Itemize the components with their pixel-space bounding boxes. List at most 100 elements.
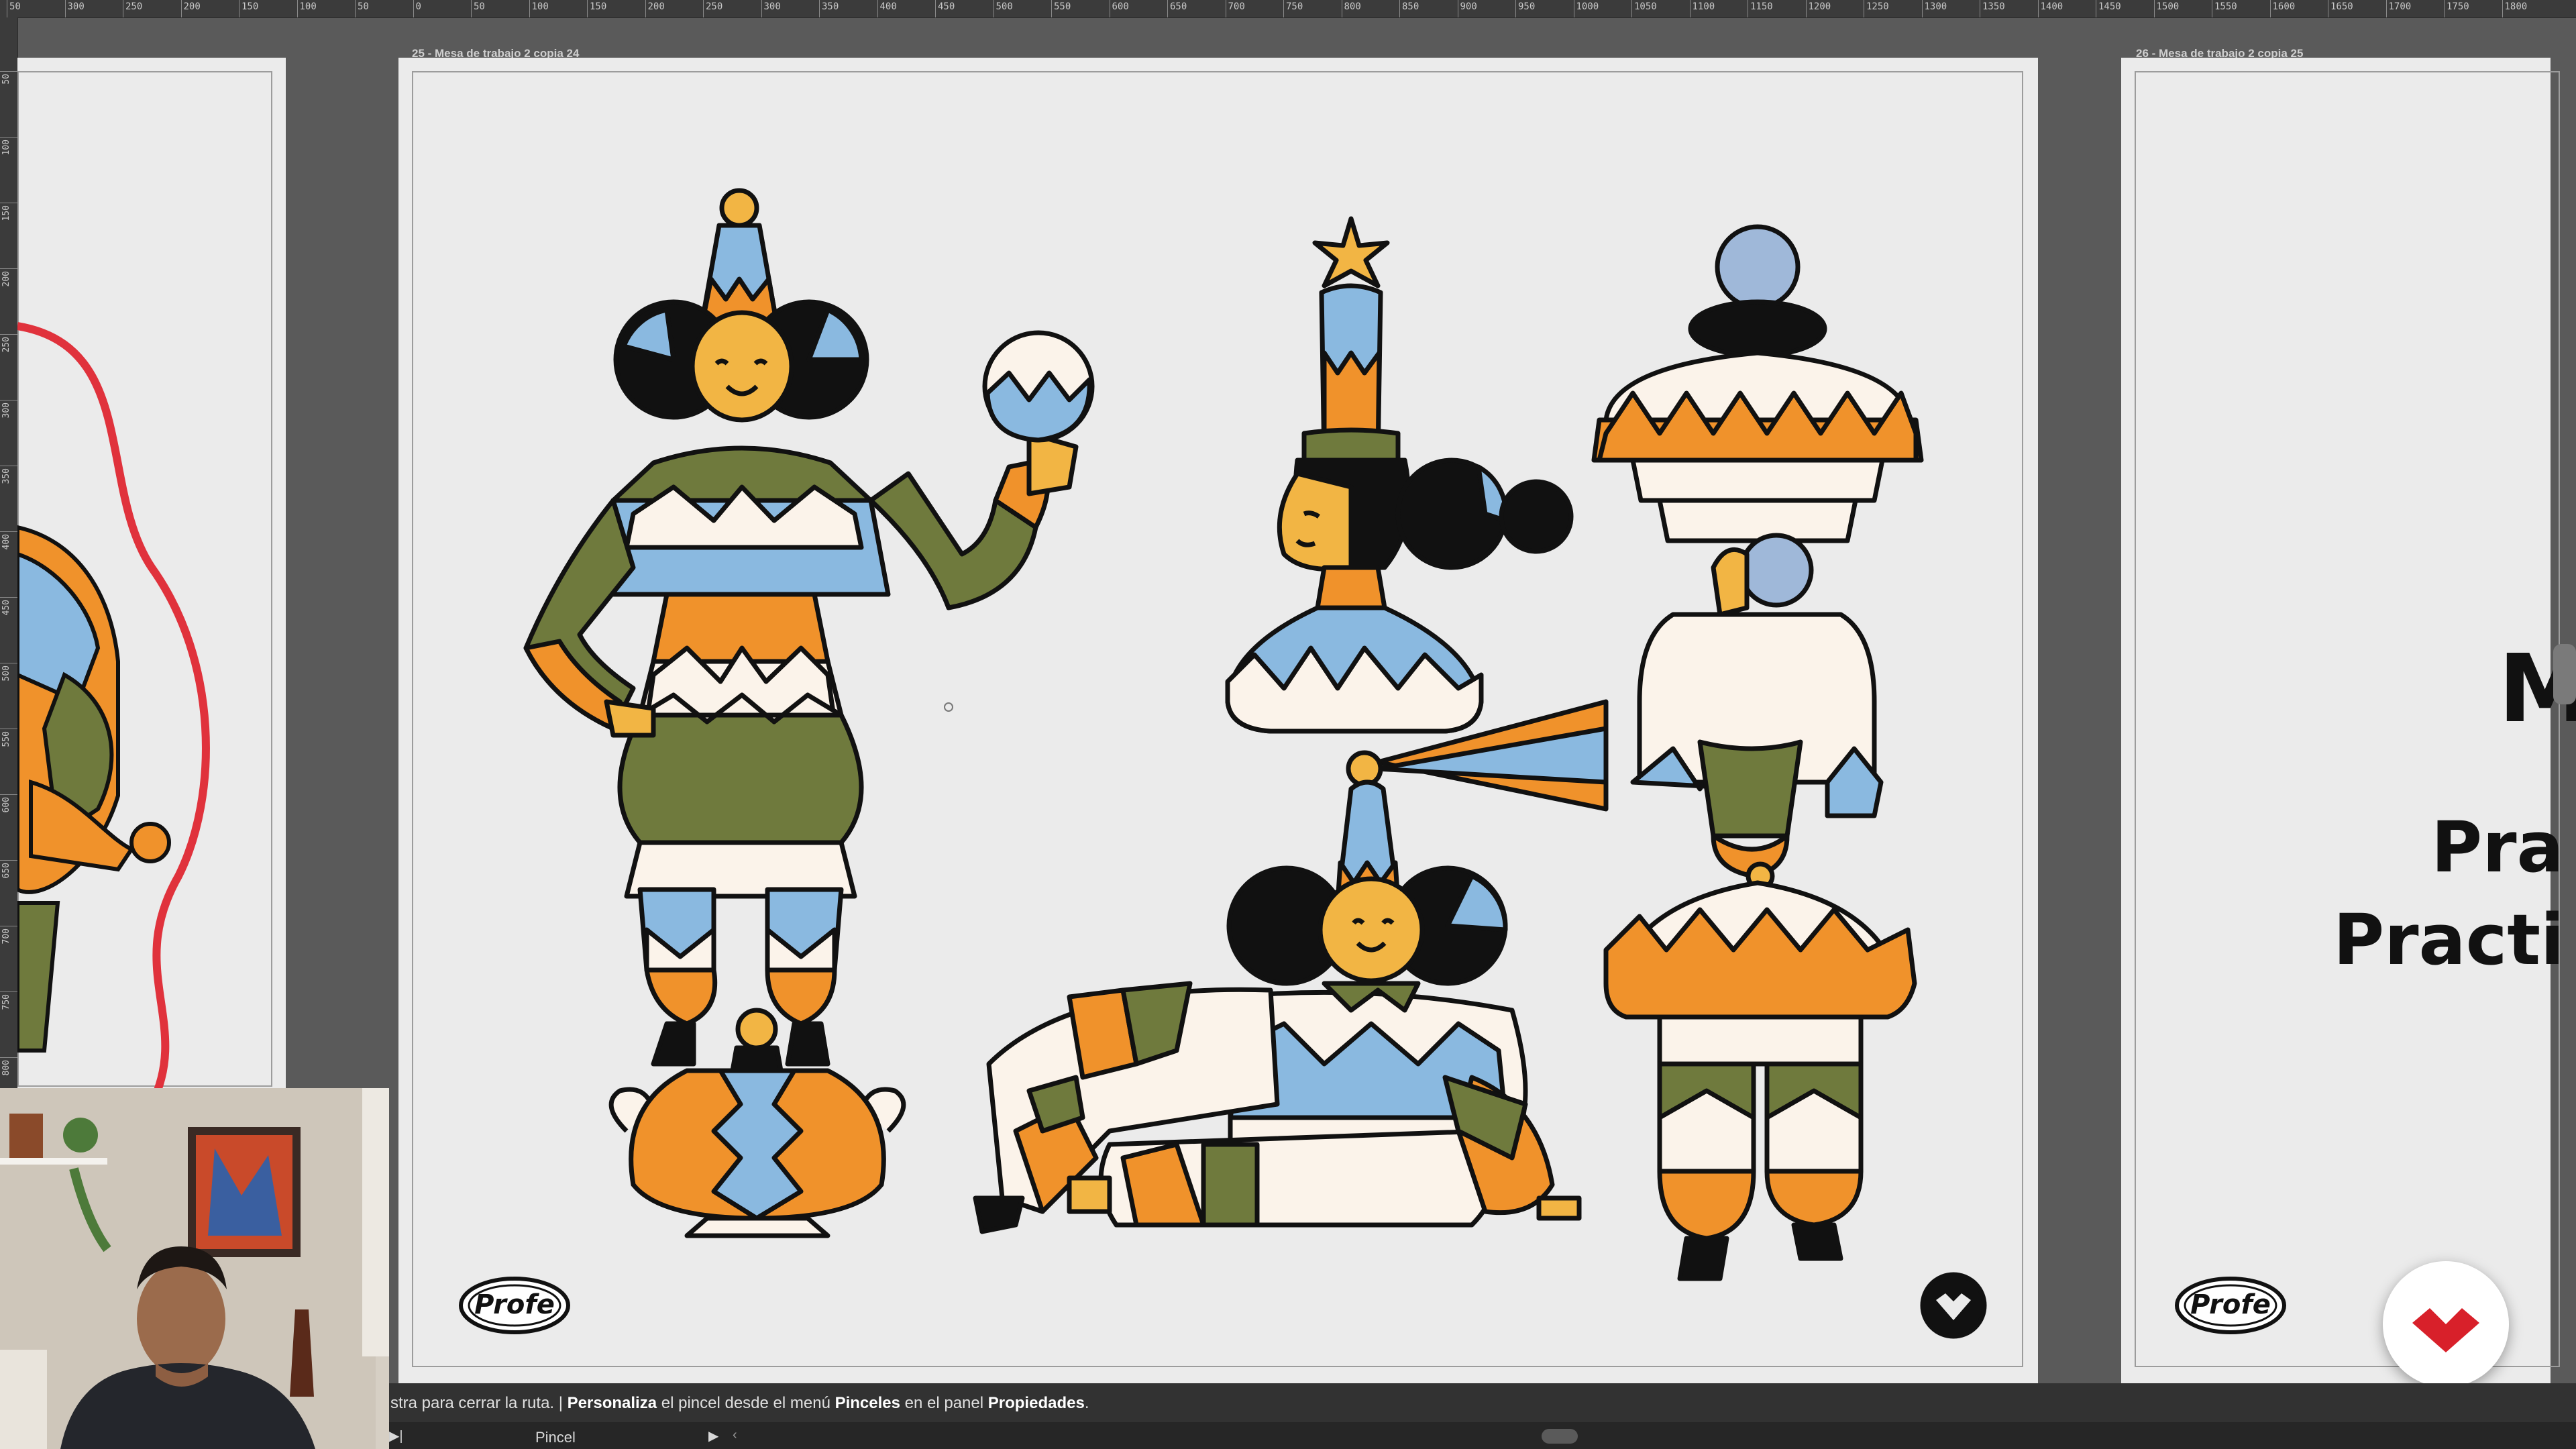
ruler-tick-label: 1450 bbox=[2098, 1, 2121, 12]
ruler-tick-label: 1700 bbox=[2388, 1, 2412, 12]
ruler-tick-label: 550 bbox=[1054, 1, 1071, 12]
ruler-tick bbox=[0, 860, 17, 861]
ruler-tick bbox=[0, 137, 17, 138]
ruler-tick bbox=[0, 71, 17, 72]
ruler-tick-label: 1650 bbox=[2330, 1, 2353, 12]
ruler-tick-label: 950 bbox=[1518, 1, 1536, 12]
ruler-tick bbox=[2153, 0, 2155, 17]
ruler-tick-label: 1300 bbox=[1924, 1, 1947, 12]
horizontal-scrollbar-thumb[interactable] bbox=[1542, 1429, 1578, 1444]
ruler-tick bbox=[1167, 0, 1168, 17]
status-message: stra para cerrar la ruta. | Personaliza … bbox=[390, 1394, 1089, 1412]
ruler-tick-label: 150 bbox=[241, 1, 259, 12]
right-line2-partial: Practi bbox=[2333, 899, 2565, 981]
ruler-tick-label: 650 bbox=[1170, 1, 1187, 12]
ruler-tick-label: 800 bbox=[1344, 1, 1361, 12]
ruler-tick bbox=[2385, 0, 2387, 17]
ruler-tick bbox=[1805, 0, 1807, 17]
main-illustration bbox=[523, 188, 1987, 1339]
ruler-tick bbox=[0, 794, 17, 795]
tool-name-label: Pincel bbox=[535, 1429, 576, 1446]
ruler-tick-label: 650 bbox=[1, 863, 11, 879]
vertical-scrollbar-thumb[interactable] bbox=[2553, 644, 2576, 704]
ruler-tick bbox=[0, 531, 17, 532]
ruler-tick bbox=[1515, 0, 1516, 17]
ruler-tick-label: 1750 bbox=[2447, 1, 2469, 12]
ruler-tick-label: 1000 bbox=[1576, 1, 1599, 12]
ruler-tick bbox=[2037, 0, 2039, 17]
profe-logo: Profe bbox=[458, 1275, 572, 1336]
ruler-tick-label: 450 bbox=[1, 600, 11, 616]
ruler-tick-label: 350 bbox=[822, 1, 839, 12]
profe-logo-right: Profe bbox=[2174, 1275, 2288, 1336]
ruler-tick-label: 1400 bbox=[2040, 1, 2063, 12]
ruler-tick bbox=[529, 0, 530, 17]
artboard-main[interactable]: Profe bbox=[398, 58, 2038, 1383]
ruler-tick-label: 600 bbox=[1, 797, 11, 813]
ruler-tick-label: 150 bbox=[1, 205, 11, 221]
ruler-tick-label: 300 bbox=[67, 1, 85, 12]
ruler-tick-label: 400 bbox=[1, 534, 11, 550]
ruler-tick bbox=[0, 991, 17, 992]
ruler-tick-label: 300 bbox=[1, 402, 11, 419]
ruler-tick bbox=[2502, 0, 2503, 17]
ruler-tick-label: 1250 bbox=[1866, 1, 1889, 12]
ruler-tick-label: 50 bbox=[474, 1, 485, 12]
ruler-tick-label: 100 bbox=[531, 1, 549, 12]
presenter-video-frame bbox=[0, 1088, 389, 1449]
ruler-tick-label: 200 bbox=[647, 1, 665, 12]
ruler-tick-label: 250 bbox=[125, 1, 143, 12]
ruler-tick bbox=[1051, 0, 1052, 17]
ruler-tick-label: 100 bbox=[299, 1, 317, 12]
ruler-tick-label: 900 bbox=[1460, 1, 1477, 12]
brand-circle-logo bbox=[1920, 1272, 1987, 1339]
ruler-tick bbox=[877, 0, 878, 17]
ruler-tick-label: 1150 bbox=[1750, 1, 1773, 12]
jester-reclining-figure bbox=[973, 699, 1609, 1234]
horizontal-ruler[interactable]: 50 300 250 200 150 100 50 0 50 100 150 200 250 300 350… bbox=[0, 0, 2576, 18]
ruler-tick-label: 1800 bbox=[2504, 1, 2528, 12]
artboard-right[interactable]: M Pra Practi Profe bbox=[2121, 58, 2576, 1383]
sugar-bowl-object bbox=[608, 1008, 906, 1238]
ruler-tick bbox=[1921, 0, 1923, 17]
ruler-tick-label: 450 bbox=[938, 1, 955, 12]
artboard-nav-icon[interactable]: ▶| bbox=[389, 1428, 403, 1444]
ruler-tick bbox=[0, 268, 17, 269]
ruler-tick-label: 750 bbox=[1286, 1, 1303, 12]
vertical-ruler[interactable]: 50 100 150 200 250 300 350 400 450 500 550 600 650 70… bbox=[0, 17, 18, 1091]
ruler-tick-label: 1500 bbox=[2156, 1, 2180, 12]
ruler-tick bbox=[355, 0, 356, 17]
ruler-tick-label: 1550 bbox=[2214, 1, 2237, 12]
ruler-tick-label: 50 bbox=[1, 74, 11, 85]
ruler-tick-label: 200 bbox=[1, 271, 11, 287]
profe-logo-text: Profe bbox=[474, 1289, 555, 1320]
ruler-tick-label: 200 bbox=[183, 1, 201, 12]
jester-standing-figure bbox=[523, 188, 1095, 1067]
ruler-tick-label: 500 bbox=[996, 1, 1013, 12]
ruler-tick bbox=[297, 0, 298, 17]
ruler-tick bbox=[1399, 0, 1400, 17]
ruler-tick bbox=[0, 597, 17, 598]
scroll-left-arrow-icon[interactable]: ‹ bbox=[733, 1428, 737, 1443]
ruler-tick-label: 850 bbox=[1402, 1, 1419, 12]
ruler-tick bbox=[180, 0, 182, 17]
ruler-tick-label: 1050 bbox=[1634, 1, 1657, 12]
ruler-tick bbox=[935, 0, 936, 17]
ruler-tick bbox=[1631, 0, 1632, 17]
profe-logo-text-right: Profe bbox=[2190, 1289, 2271, 1320]
ruler-tick bbox=[0, 1057, 17, 1058]
ruler-tick-label: 1350 bbox=[1982, 1, 2005, 12]
ruler-tick bbox=[1283, 0, 1284, 17]
ruler-tick-label: 50 bbox=[9, 1, 21, 12]
ruler-tick bbox=[761, 0, 762, 17]
right-line1-partial: Pra bbox=[2431, 806, 2564, 888]
ruler-tick-label: 250 bbox=[706, 1, 723, 12]
ruler-tick-label: 50 bbox=[358, 1, 369, 12]
ruler-tick-label: 600 bbox=[1112, 1, 1129, 12]
ruler-tick-label: 350 bbox=[1, 468, 11, 484]
ruler-tick bbox=[819, 0, 820, 17]
ruler-tick-label: 300 bbox=[763, 1, 781, 12]
tool-expand-arrow-icon[interactable]: ▶ bbox=[708, 1428, 718, 1444]
brand-floating-button[interactable] bbox=[2383, 1261, 2509, 1387]
ruler-tick-label: 1600 bbox=[2272, 1, 2296, 12]
